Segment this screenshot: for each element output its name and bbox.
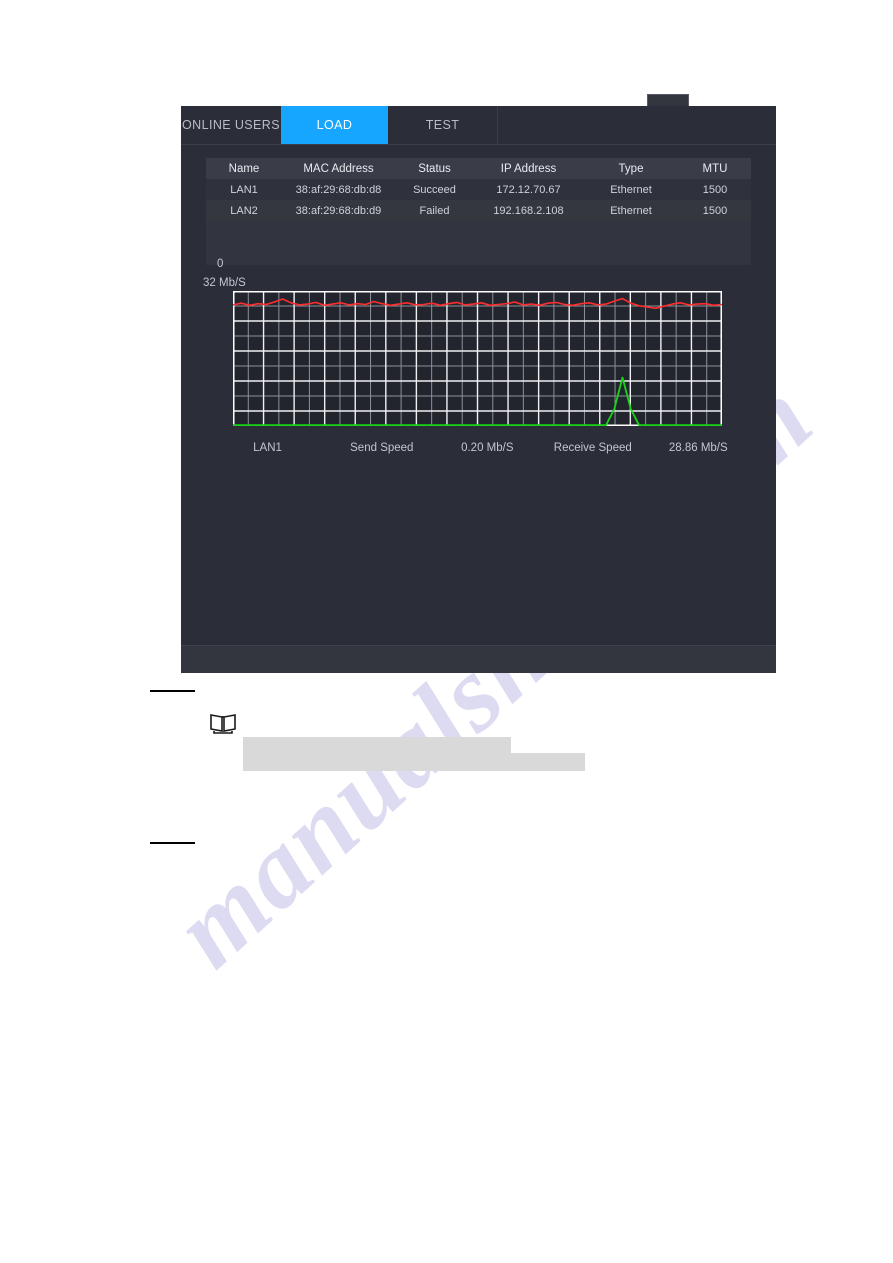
- column-header-ip: IP Address: [500, 162, 557, 175]
- cell-name: LAN1: [230, 183, 258, 196]
- column-header-status: Status: [418, 162, 451, 175]
- panel-top-nub: [647, 94, 689, 106]
- redacted-text-line-2: [243, 753, 585, 771]
- book-icon: [210, 714, 236, 734]
- column-header-mtu: MTU: [702, 162, 728, 175]
- cell-status: Succeed: [413, 183, 456, 196]
- table-header-row: Name MAC Address Status IP Address Type …: [206, 158, 751, 179]
- cell-type: Ethernet: [610, 204, 652, 217]
- legend-receive-value: 28.86 Mb/S: [668, 442, 728, 454]
- network-interface-table: Name MAC Address Status IP Address Type …: [206, 158, 751, 265]
- tab-load[interactable]: LOAD: [281, 106, 388, 144]
- cell-name: LAN2: [230, 204, 258, 217]
- cell-mac: 38:af:29:68:db:d8: [295, 183, 382, 196]
- redacted-text-line-1: [243, 737, 511, 753]
- column-header-mac: MAC Address: [303, 162, 374, 175]
- table-row[interactable]: LAN1 38:af:29:68:db:d8 Succeed 172.12.70…: [206, 179, 751, 200]
- cell-status: Failed: [419, 204, 450, 217]
- column-header-name: Name: [228, 162, 260, 175]
- cell-type: Ethernet: [610, 183, 652, 196]
- cell-mac: 38:af:29:68:db:d9: [295, 204, 382, 217]
- note-section: [0, 680, 893, 880]
- note-divider-top: [150, 690, 195, 692]
- y-axis-min-label: 0: [217, 258, 224, 270]
- column-header-type: Type: [618, 162, 644, 175]
- legend-send-value: 0.20 Mb/S: [461, 442, 514, 454]
- cell-mtu: 1500: [702, 183, 728, 196]
- legend-receive-label: Receive Speed: [553, 442, 632, 454]
- cell-ip: 192.168.2.108: [493, 204, 564, 217]
- tab-test[interactable]: TEST: [388, 106, 497, 144]
- tab-online-users[interactable]: ONLINE USERS: [181, 106, 281, 144]
- y-axis-max-label: 32 Mb/S: [203, 277, 246, 289]
- note-divider-bottom: [150, 842, 195, 844]
- panel-footer-bar: [181, 645, 776, 673]
- network-load-panel: ONLINE USERS LOAD TEST Name MAC Address …: [181, 94, 776, 673]
- legend-send-label: Send Speed: [350, 442, 414, 454]
- chart-legend: LAN1 Send Speed 0.20 Mb/S Receive Speed …: [206, 438, 751, 458]
- table-row[interactable]: LAN2 38:af:29:68:db:d9 Failed 192.168.2.…: [206, 200, 751, 221]
- tab-bar-filler: [497, 106, 776, 144]
- chart-plot-area: [233, 291, 722, 426]
- tab-bar: ONLINE USERS LOAD TEST: [181, 106, 776, 145]
- cell-mtu: 1500: [702, 204, 728, 217]
- legend-interface: LAN1: [253, 442, 282, 454]
- table-empty-area: [206, 221, 751, 265]
- cell-ip: 172.12.70.67: [496, 183, 561, 196]
